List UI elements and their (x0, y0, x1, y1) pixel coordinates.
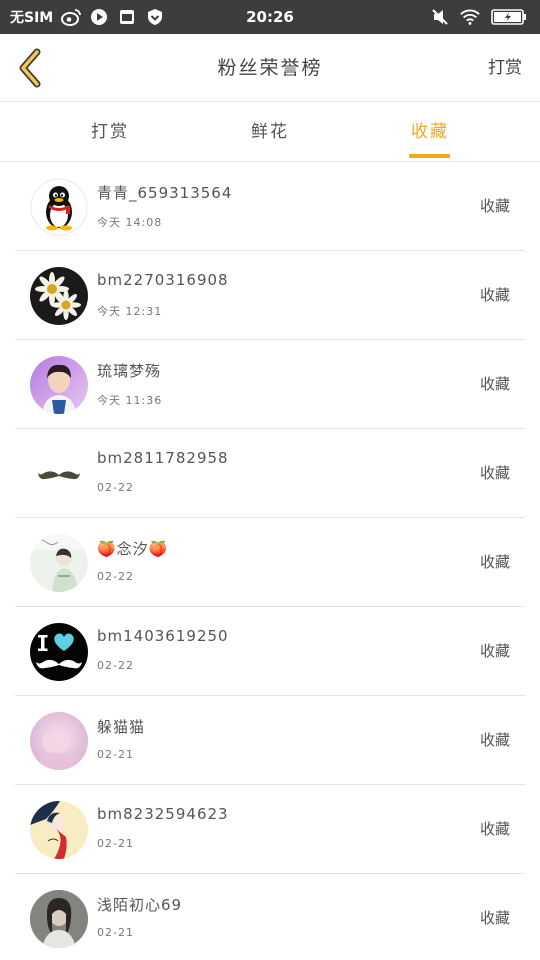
favorite-button[interactable]: 收藏 (480, 607, 510, 696)
header-bar: 粉丝荣誉榜 打赏 (0, 34, 540, 102)
favorite-button[interactable]: 收藏 (480, 518, 510, 607)
list-item[interactable]: 躲猫猫 02-21 收藏 (0, 696, 540, 785)
timestamp: 02-22 (97, 659, 134, 672)
favorite-button[interactable]: 收藏 (480, 251, 510, 340)
tab-flowers[interactable]: 鲜花 (230, 102, 310, 162)
user-name: 琉璃梦殇 (97, 362, 162, 380)
timestamp: 今天 12:31 (97, 305, 163, 318)
timestamp: 今天 14:08 (97, 216, 163, 229)
list-item[interactable]: bm2270316908 今天 12:31 收藏 (0, 251, 540, 340)
wifi-icon (460, 7, 480, 27)
active-tab-indicator (409, 154, 450, 158)
avatar[interactable] (30, 356, 88, 414)
list-item[interactable]: bm8232594623 02-21 收藏 (0, 785, 540, 874)
favorite-button[interactable]: 收藏 (480, 696, 510, 785)
favorite-button[interactable]: 收藏 (480, 162, 510, 251)
header-reward-button[interactable]: 打赏 (488, 34, 522, 102)
avatar[interactable] (30, 890, 88, 948)
timestamp: 02-22 (97, 481, 134, 494)
tab-bar: 打赏 鲜花 收藏 (0, 102, 540, 162)
tab-favorites[interactable]: 收藏 (390, 102, 470, 162)
page-title: 粉丝荣誉榜 (217, 57, 323, 79)
user-name: 浅陌初心69 (97, 896, 183, 914)
user-name: bm2270316908 (97, 271, 229, 289)
user-name: 躲猫猫 (97, 718, 146, 736)
fan-list: 青青_659313564 今天 14:08 收藏 bm2270316908 今天… (0, 162, 540, 960)
avatar[interactable] (30, 623, 88, 681)
timestamp: 02-21 (97, 837, 134, 850)
list-item[interactable]: 青青_659313564 今天 14:08 收藏 (0, 162, 540, 251)
favorite-button[interactable]: 收藏 (480, 340, 510, 429)
avatar[interactable] (30, 267, 88, 325)
avatar[interactable] (30, 712, 88, 770)
timestamp: 02-21 (97, 748, 134, 761)
list-item[interactable]: 浅陌初心69 02-21 收藏 (0, 874, 540, 960)
avatar[interactable] (30, 801, 88, 859)
user-name: bm1403619250 (97, 627, 229, 645)
user-name: bm2811782958 (97, 449, 229, 467)
timestamp: 今天 11:36 (97, 394, 163, 407)
battery-icon (490, 7, 528, 27)
mute-icon (430, 7, 450, 27)
list-item[interactable]: 琉璃梦殇 今天 11:36 收藏 (0, 340, 540, 429)
favorite-button[interactable]: 收藏 (480, 874, 510, 960)
avatar[interactable] (30, 534, 88, 592)
avatar[interactable] (30, 178, 88, 236)
favorite-button[interactable]: 收藏 (480, 429, 510, 518)
status-bar: 无SIM 20:26 (0, 0, 540, 34)
tab-reward[interactable]: 打赏 (70, 102, 150, 162)
favorite-button[interactable]: 收藏 (480, 785, 510, 874)
timestamp: 02-22 (97, 570, 134, 583)
list-item[interactable]: 🍑念汐🍑 02-22 收藏 (0, 518, 540, 607)
user-name: 青青_659313564 (97, 184, 233, 202)
list-item[interactable]: bm2811782958 02-22 收藏 (0, 429, 540, 518)
timestamp: 02-21 (97, 926, 134, 939)
user-name: 🍑念汐🍑 (97, 540, 169, 558)
list-item[interactable]: bm1403619250 02-22 收藏 (0, 607, 540, 696)
avatar[interactable] (30, 445, 88, 503)
user-name: bm8232594623 (97, 805, 229, 823)
